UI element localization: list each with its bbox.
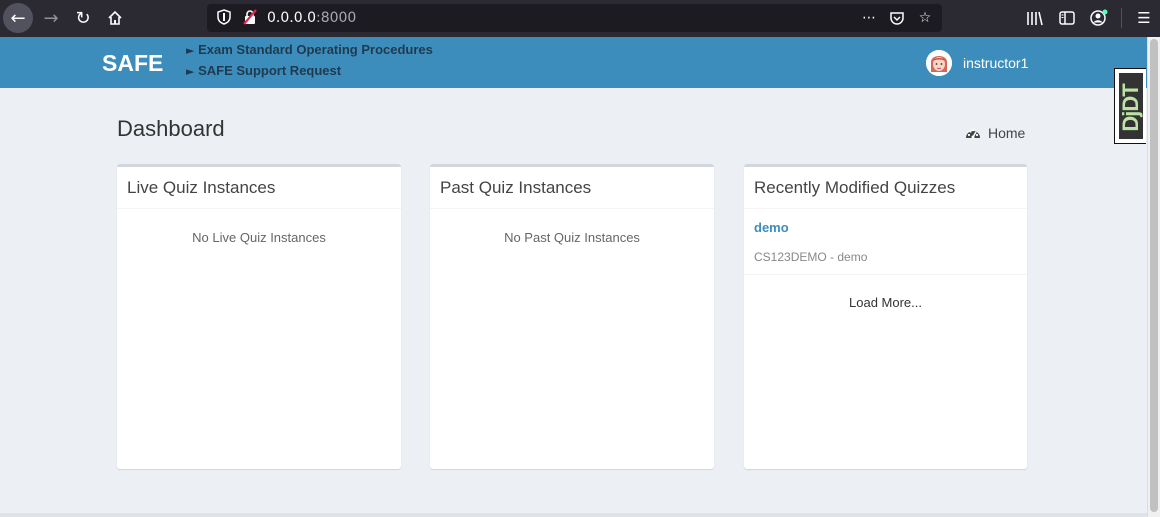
insecure-lock-icon[interactable] xyxy=(242,9,258,25)
box-title: Live Quiz Instances xyxy=(127,178,276,197)
page-bottom-edge xyxy=(0,513,1147,517)
app-header: SAFE ► Exam Standard Operating Procedure… xyxy=(0,37,1147,88)
box-header: Live Quiz Instances xyxy=(117,167,401,209)
pocket-icon[interactable] xyxy=(886,7,908,29)
djdt-label: DjDT xyxy=(1118,84,1143,132)
avatar xyxy=(926,50,952,76)
djdt-background: DjDT xyxy=(1118,73,1143,139)
menu-icon[interactable]: ☰ xyxy=(1128,3,1160,33)
url-port: :8000 xyxy=(315,10,357,26)
header-link-label: SAFE Support Request xyxy=(198,63,342,78)
header-links: ► Exam Standard Operating Procedures ► S… xyxy=(186,40,433,82)
tracking-shield-icon[interactable] xyxy=(216,9,232,25)
user-name: instructor1 xyxy=(963,55,1029,71)
forward-button[interactable]: → xyxy=(36,3,66,33)
logo[interactable]: SAFE xyxy=(102,50,163,77)
url-bar[interactable]: 0.0.0.0:8000 ⋯ ☆ xyxy=(207,4,942,32)
box-title: Past Quiz Instances xyxy=(440,178,592,197)
scrollbar[interactable] xyxy=(1147,37,1160,517)
recently-modified-quizzes-box: Recently Modified Quizzes demo CS123DEMO… xyxy=(744,164,1027,469)
page-actions-icon[interactable]: ⋯ xyxy=(858,7,880,29)
breadcrumb[interactable]: Home xyxy=(965,125,1025,141)
page-title: Dashboard xyxy=(117,116,225,141)
header-link-sop[interactable]: ► Exam Standard Operating Procedures xyxy=(186,40,433,61)
load-more-button[interactable]: Load More... xyxy=(744,295,1027,310)
reload-button[interactable]: ↻ xyxy=(68,3,98,33)
bookmark-star-icon[interactable]: ☆ xyxy=(914,7,936,29)
empty-message: No Past Quiz Instances xyxy=(504,230,640,245)
browser-toolbar: ← → ↻ 0.0.0.0:8000 ⋯ ☆ ☰ xyxy=(0,0,1160,37)
dashboard-icon xyxy=(966,128,980,139)
past-quiz-instances-box: Past Quiz Instances No Past Quiz Instanc… xyxy=(430,164,714,469)
empty-message: No Live Quiz Instances xyxy=(192,230,326,245)
arrow-right-icon: ► xyxy=(186,44,195,57)
account-icon[interactable] xyxy=(1083,3,1115,33)
djdt-handle[interactable]: DjDT xyxy=(1114,68,1146,144)
box-header: Past Quiz Instances xyxy=(430,167,714,209)
breadcrumb-home[interactable]: Home xyxy=(988,125,1025,141)
quiz-link[interactable]: demo xyxy=(754,220,1017,235)
library-icon[interactable] xyxy=(1019,3,1051,33)
toolbar-separator xyxy=(1121,8,1122,28)
url-text[interactable]: 0.0.0.0:8000 xyxy=(267,10,356,26)
home-button[interactable] xyxy=(100,3,130,33)
arrow-right-icon: ► xyxy=(186,65,195,78)
box-header: Recently Modified Quizzes xyxy=(744,167,1027,209)
quiz-subtitle: CS123DEMO - demo xyxy=(754,250,868,264)
list-item: demo CS123DEMO - demo xyxy=(744,209,1027,275)
user-menu[interactable]: instructor1 xyxy=(926,50,1028,76)
live-quiz-instances-box: Live Quiz Instances No Live Quiz Instanc… xyxy=(117,164,401,469)
box-title: Recently Modified Quizzes xyxy=(754,178,956,197)
back-button[interactable]: ← xyxy=(3,3,33,33)
header-link-support[interactable]: ► SAFE Support Request xyxy=(186,61,433,82)
home-icon xyxy=(108,10,122,25)
header-link-label: Exam Standard Operating Procedures xyxy=(198,42,433,57)
url-host: 0.0.0.0 xyxy=(267,10,316,26)
scrollbar-thumb[interactable] xyxy=(1150,39,1158,512)
sidebar-icon[interactable] xyxy=(1051,3,1083,33)
